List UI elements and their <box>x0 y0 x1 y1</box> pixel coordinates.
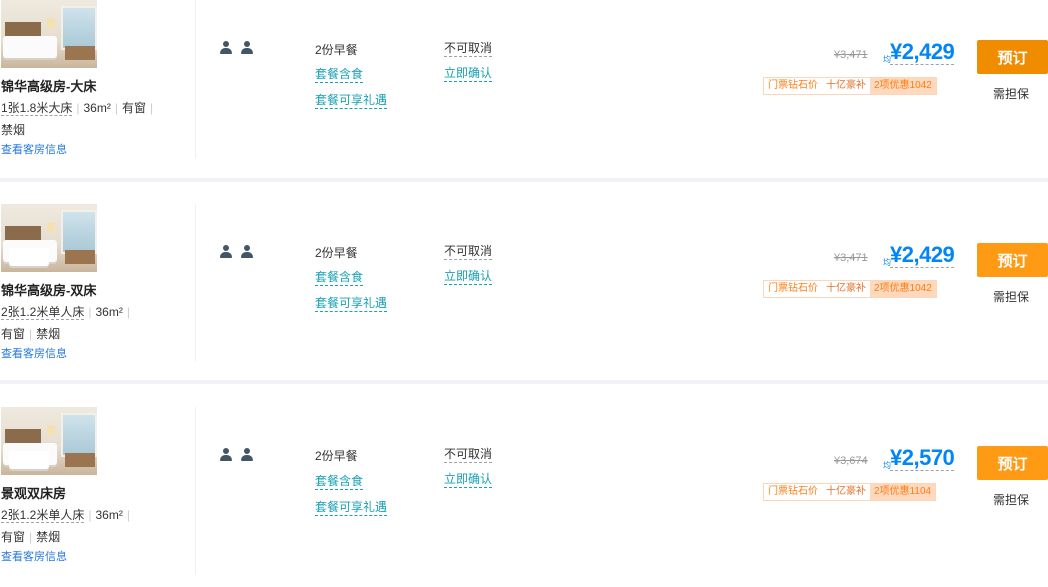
breakfast-info: 2份早餐 <box>315 246 358 260</box>
package-meal-link[interactable]: 套餐含食 <box>315 473 364 490</box>
bed-type[interactable]: 2张1.2米单人床 <box>1 305 85 320</box>
guarantee-note: 需担保 <box>993 493 1030 507</box>
guarantee-note: 需担保 <box>993 87 1030 101</box>
room-specs: 2张1.2米单人床 | 36m² | 有窗 | 禁烟 <box>1 305 130 341</box>
cancel-policy[interactable]: 不可取消 <box>444 243 493 260</box>
person-icon <box>241 245 253 259</box>
room-specs: 1张1.8米大床 | 36m² | 有窗 | 禁烟 <box>1 101 154 137</box>
guest-capacity <box>220 448 260 464</box>
window-info: 有窗 <box>1 530 26 544</box>
room-price[interactable]: ¥2,429 <box>890 40 955 65</box>
guest-capacity <box>220 41 260 57</box>
room-photo[interactable] <box>1 0 97 68</box>
promo-tag: 十亿豪补 <box>826 486 866 497</box>
person-icon <box>220 448 232 462</box>
person-icon <box>241 448 253 462</box>
original-price: ¥3,674 <box>834 455 868 467</box>
smoking-info: 禁烟 <box>1 123 26 137</box>
room-area: 36m² <box>95 508 123 522</box>
row-separator <box>0 380 1048 384</box>
promo-tags[interactable]: 门票钻石价 十亿豪补 2项优惠1042 <box>763 280 937 298</box>
room-area: 36m² <box>95 305 123 319</box>
promo-tag: 十亿豪补 <box>826 283 866 294</box>
divider <box>195 0 196 158</box>
room-area: 36m² <box>83 101 111 115</box>
instant-confirm[interactable]: 立即确认 <box>444 65 493 82</box>
person-icon <box>241 41 253 55</box>
promo-tag: 门票钻石价 <box>768 486 818 497</box>
book-button[interactable]: 预订 <box>977 243 1048 277</box>
smoking-info: 禁烟 <box>36 530 61 544</box>
smoking-info: 禁烟 <box>36 327 61 341</box>
room-info-link[interactable]: 查看客房信息 <box>1 548 67 564</box>
package-perk-link[interactable]: 套餐可享礼遇 <box>315 499 388 516</box>
room-info-link[interactable]: 查看客房信息 <box>1 141 67 157</box>
room-name[interactable]: 景观双床房 <box>1 483 66 502</box>
breakfast-info: 2份早餐 <box>315 449 358 463</box>
divider <box>195 407 196 575</box>
guest-capacity <box>220 245 260 261</box>
room-price[interactable]: ¥2,429 <box>890 243 955 268</box>
cancel-policy[interactable]: 不可取消 <box>444 446 493 463</box>
discount-tag: 2项优惠1104 <box>870 484 936 500</box>
promo-tags[interactable]: 门票钻石价 十亿豪补 2项优惠1104 <box>763 483 937 501</box>
room-name[interactable]: 锦华高级房-双床 <box>1 280 96 299</box>
package-perk-link[interactable]: 套餐可享礼遇 <box>315 92 388 109</box>
window-info: 有窗 <box>121 101 146 115</box>
room-card: 景观双床房 2张1.2米单人床 | 36m² | 有窗 | 禁烟 查看客房信息 2份早餐 … <box>0 407 1048 587</box>
promo-tag: 十亿豪补 <box>826 80 866 91</box>
person-icon <box>220 41 232 55</box>
room-info-link[interactable]: 查看客房信息 <box>1 345 67 361</box>
cancel-policy[interactable]: 不可取消 <box>444 40 493 57</box>
original-price: ¥3,471 <box>834 49 868 61</box>
person-icon <box>220 245 232 259</box>
discount-tag: 2项优惠1042 <box>870 78 936 94</box>
instant-confirm[interactable]: 立即确认 <box>444 471 493 488</box>
package-perk-link[interactable]: 套餐可享礼遇 <box>315 295 388 312</box>
bed-type[interactable]: 1张1.8米大床 <box>1 101 73 116</box>
room-photo[interactable] <box>1 407 97 475</box>
room-card: 锦华高级房-大床 1张1.8米大床 | 36m² | 有窗 | 禁烟 查看客房信息 2份早… <box>0 0 1048 180</box>
row-separator <box>0 178 1048 182</box>
promo-tag: 门票钻石价 <box>768 283 818 294</box>
room-price[interactable]: ¥2,570 <box>890 446 955 471</box>
original-price: ¥3,471 <box>834 252 868 264</box>
book-button[interactable]: 预订 <box>977 40 1048 74</box>
divider <box>195 204 196 362</box>
package-meal-link[interactable]: 套餐含食 <box>315 269 364 286</box>
book-button[interactable]: 预订 <box>977 446 1048 480</box>
instant-confirm[interactable]: 立即确认 <box>444 268 493 285</box>
bed-type[interactable]: 2张1.2米单人床 <box>1 508 85 523</box>
room-card: 锦华高级房-双床 2张1.2米单人床 | 36m² | 有窗 | 禁烟 查看客房信息 2份… <box>0 204 1048 384</box>
room-name[interactable]: 锦华高级房-大床 <box>1 76 96 95</box>
promo-tags[interactable]: 门票钻石价 十亿豪补 2项优惠1042 <box>763 77 937 95</box>
room-photo[interactable] <box>1 204 97 272</box>
breakfast-info: 2份早餐 <box>315 43 358 57</box>
discount-tag: 2项优惠1042 <box>870 281 936 297</box>
package-meal-link[interactable]: 套餐含食 <box>315 66 364 83</box>
window-info: 有窗 <box>1 327 26 341</box>
room-specs: 2张1.2米单人床 | 36m² | 有窗 | 禁烟 <box>1 508 130 544</box>
promo-tag: 门票钻石价 <box>768 80 818 91</box>
guarantee-note: 需担保 <box>993 290 1030 304</box>
